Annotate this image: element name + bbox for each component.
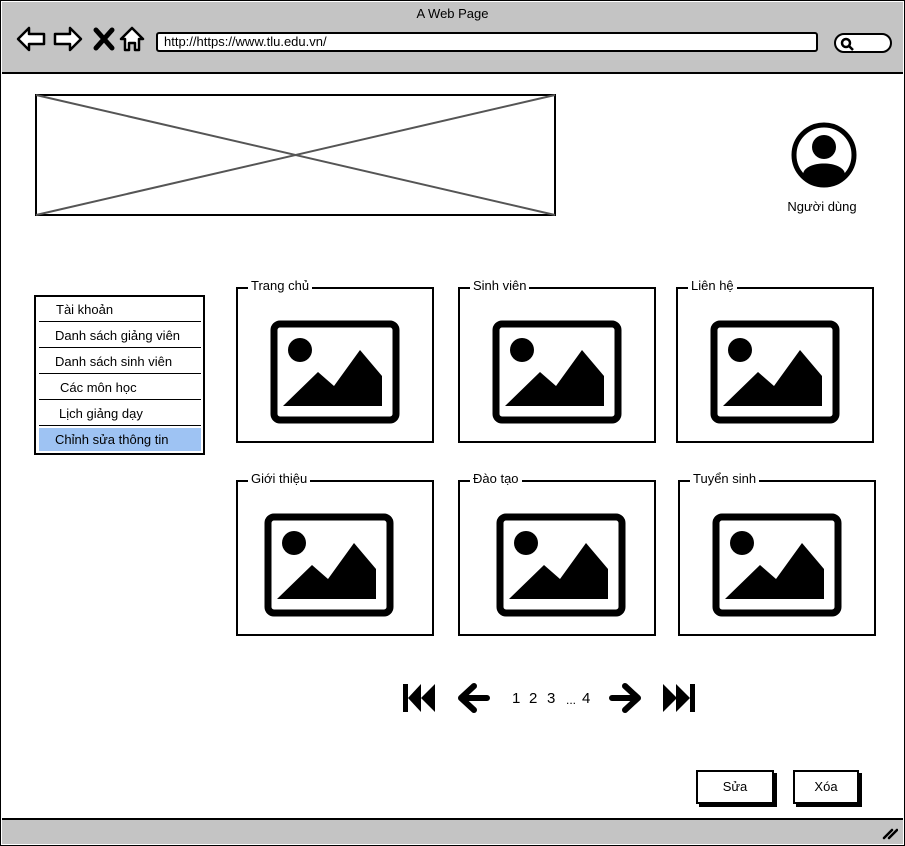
- user-avatar-icon[interactable]: [791, 122, 857, 188]
- card-training[interactable]: Đào tạo: [458, 471, 656, 636]
- resize-grip-icon[interactable]: [882, 826, 898, 840]
- window-title: A Web Page: [416, 6, 489, 21]
- card-home[interactable]: Trang chủ: [236, 278, 434, 443]
- page-3-link[interactable]: 3: [547, 690, 555, 708]
- sidebar-item-schedule[interactable]: Lịch giảng dạy: [39, 402, 201, 426]
- user-name-label: Người dùng: [787, 199, 857, 214]
- page-1-link[interactable]: 1: [512, 690, 520, 708]
- back-arrow-icon[interactable]: [16, 24, 46, 54]
- page-ellipsis: ...: [566, 693, 577, 707]
- banner-image-placeholder: [35, 94, 556, 216]
- sidebar-item-courses[interactable]: Các môn học: [39, 376, 201, 400]
- next-page-icon[interactable]: [609, 682, 641, 714]
- image-icon: [270, 320, 400, 424]
- image-icon: [264, 513, 394, 617]
- prev-page-icon[interactable]: [458, 682, 490, 714]
- status-bar: [2, 818, 903, 844]
- image-icon: [492, 320, 622, 424]
- sidebar-item-students[interactable]: Danh sách sinh viên: [39, 350, 201, 374]
- card-label: Trang chủ: [248, 278, 313, 294]
- edit-button[interactable]: Sửa: [696, 770, 774, 804]
- sidebar-item-lecturers[interactable]: Danh sách giảng viên: [39, 324, 201, 348]
- card-admissions[interactable]: Tuyển sinh: [678, 471, 876, 636]
- card-label: Sinh viên: [470, 278, 530, 294]
- image-icon: [710, 320, 840, 424]
- image-icon: [712, 513, 842, 617]
- page-2-link[interactable]: 2: [529, 690, 537, 708]
- first-page-icon[interactable]: [401, 682, 437, 714]
- card-label: Đào tạo: [470, 471, 522, 487]
- image-icon: [496, 513, 626, 617]
- card-students[interactable]: Sinh viên: [458, 278, 656, 443]
- browser-toolbar: A Web Page http://https://www.tlu.edu.vn…: [2, 2, 903, 74]
- sidebar-item-account[interactable]: Tài khoản: [39, 298, 201, 322]
- url-input[interactable]: http://https://www.tlu.edu.vn/: [156, 32, 818, 52]
- delete-button[interactable]: Xóa: [793, 770, 859, 804]
- sidebar-menu: Tài khoản Danh sách giảng viên Danh sách…: [34, 295, 205, 455]
- card-label: Liên hệ: [688, 278, 737, 294]
- close-icon[interactable]: [90, 24, 120, 54]
- sidebar-item-edit-info[interactable]: Chỉnh sửa thông tin: [39, 428, 201, 451]
- card-about[interactable]: Giới thiệu: [236, 471, 434, 636]
- last-page-icon[interactable]: [661, 682, 697, 714]
- home-icon[interactable]: [118, 24, 148, 54]
- card-contact[interactable]: Liên hệ: [676, 278, 874, 443]
- browser-search-field[interactable]: [834, 33, 892, 53]
- page-4-link[interactable]: 4: [582, 690, 590, 708]
- card-label: Tuyển sinh: [690, 471, 760, 487]
- search-icon: [840, 37, 854, 51]
- card-label: Giới thiệu: [248, 471, 311, 487]
- forward-arrow-icon[interactable]: [53, 24, 83, 54]
